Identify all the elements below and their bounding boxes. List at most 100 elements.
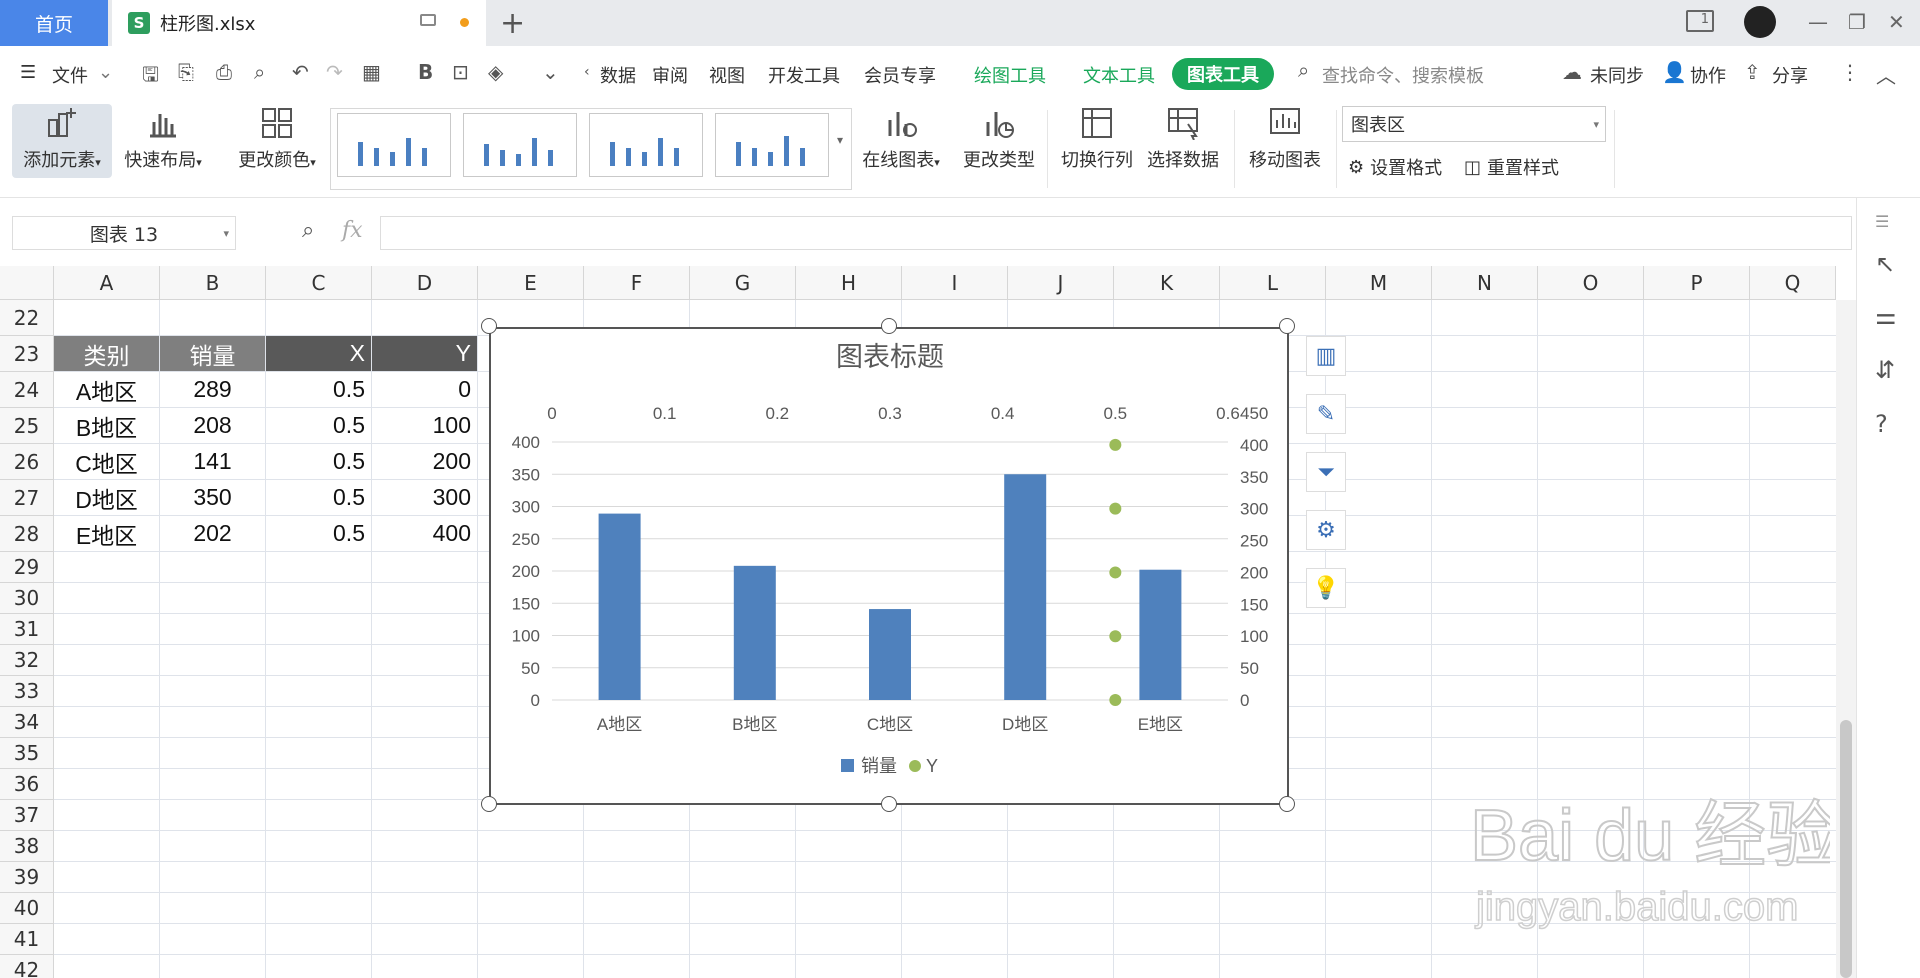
restore-icon[interactable]: ❐ xyxy=(1848,10,1866,34)
print-preview-icon[interactable]: ⌕ xyxy=(254,60,265,84)
chart-area[interactable]: 图表标题 0 50 100 150 200 250 300 350 400 0 50 100 150 200… xyxy=(489,327,1289,805)
avatar[interactable] xyxy=(1744,6,1776,38)
vertical-scrollbar[interactable] xyxy=(1836,300,1856,978)
cell-C27[interactable]: 0.5 xyxy=(266,480,371,515)
menu-member[interactable]: 会员专享 xyxy=(864,62,936,88)
scatter-point[interactable] xyxy=(1109,502,1122,515)
chart-resize-handle[interactable] xyxy=(1279,796,1295,812)
cell-B27[interactable]: 350 xyxy=(160,480,265,515)
menu-view[interactable]: 视图 xyxy=(709,62,745,88)
tab-file[interactable]: S 柱形图.xlsx xyxy=(112,0,486,46)
chevron-down-icon[interactable]: ⌄ xyxy=(98,62,113,83)
add-element-button[interactable]: 添加元素▾ xyxy=(12,104,112,178)
column-header-N[interactable]: N xyxy=(1432,266,1538,300)
help-icon[interactable]: ? xyxy=(1875,410,1888,438)
chart-resize-handle[interactable] xyxy=(481,318,497,334)
column-header-D[interactable]: D xyxy=(372,266,478,300)
cell-C24[interactable]: 0.5 xyxy=(266,372,371,407)
row-header-26[interactable]: 26 xyxy=(0,444,54,480)
cell-D28[interactable]: 400 xyxy=(372,516,477,551)
border-icon[interactable]: ▦ xyxy=(362,60,381,84)
cell-B26[interactable]: 141 xyxy=(160,444,265,479)
row-header-23[interactable]: 23 xyxy=(0,336,54,372)
collapse-ribbon-icon[interactable]: ︿ xyxy=(1876,60,1896,89)
chart-style-1[interactable] xyxy=(337,113,451,177)
cell-C23[interactable]: X xyxy=(266,336,371,371)
format-painter-icon[interactable]: ⎘ xyxy=(178,60,194,84)
column-header-G[interactable]: G xyxy=(690,266,796,300)
bar-D地区[interactable] xyxy=(1004,474,1047,700)
row-header-28[interactable]: 28 xyxy=(0,516,54,552)
monitor-icon[interactable] xyxy=(420,14,436,26)
menu-review[interactable]: 审阅 xyxy=(652,62,688,88)
undo-icon[interactable]: ↶ xyxy=(292,60,309,84)
data-icon[interactable]: ⇵ xyxy=(1875,356,1895,384)
cell-C26[interactable]: 0.5 xyxy=(266,444,371,479)
chart-resize-handle[interactable] xyxy=(881,796,897,812)
column-header-P[interactable]: P xyxy=(1644,266,1750,300)
column-header-A[interactable]: A xyxy=(54,266,160,300)
cell-C28[interactable]: 0.5 xyxy=(266,516,371,551)
select-data-button[interactable]: 选择数据 xyxy=(1138,104,1228,178)
row-header-33[interactable]: 33 xyxy=(0,676,54,707)
fill-color-icon[interactable]: ◈ xyxy=(488,60,503,84)
legend-swatch-sales[interactable] xyxy=(841,759,854,772)
property-sliders-icon[interactable]: ⚌ xyxy=(1875,302,1897,330)
tab-chart-tools[interactable]: 图表工具 xyxy=(1172,58,1274,90)
chart-settings-gear-icon[interactable]: ⚙ xyxy=(1306,510,1346,550)
change-color-button[interactable]: 更改颜色▾ xyxy=(232,104,322,178)
chart-resize-handle[interactable] xyxy=(1279,318,1295,334)
cell-D23[interactable]: Y xyxy=(372,336,477,371)
cell-D25[interactable]: 100 xyxy=(372,408,477,443)
chart-filter-icon[interactable]: ⏷ xyxy=(1306,452,1346,492)
row-header-36[interactable]: 36 xyxy=(0,769,54,800)
zoom-search-icon[interactable]: ⌕ xyxy=(302,218,314,243)
column-header-J[interactable]: J xyxy=(1008,266,1114,300)
column-header-I[interactable]: I xyxy=(902,266,1008,300)
row-header-30[interactable]: 30 xyxy=(0,583,54,614)
row-header-40[interactable]: 40 xyxy=(0,893,54,924)
chart-resize-handle[interactable] xyxy=(481,796,497,812)
menu-data[interactable]: 数据 xyxy=(600,62,636,88)
menu-lines-icon[interactable]: ☰ xyxy=(1875,212,1889,231)
cell-C25[interactable]: 0.5 xyxy=(266,408,371,443)
chart-style-2[interactable] xyxy=(463,113,577,177)
move-chart-button[interactable]: 移动图表 xyxy=(1240,104,1330,178)
cell-A28[interactable]: E地区 xyxy=(54,516,159,551)
bar-A地区[interactable] xyxy=(598,513,641,700)
minimize-icon[interactable]: — xyxy=(1808,10,1828,34)
column-header-M[interactable]: M xyxy=(1326,266,1432,300)
row-header-24[interactable]: 24 xyxy=(0,372,54,408)
scrollbar-thumb[interactable] xyxy=(1840,720,1852,978)
cell-D26[interactable]: 200 xyxy=(372,444,477,479)
bar-B地区[interactable] xyxy=(733,565,776,700)
cell-A24[interactable]: A地区 xyxy=(54,372,159,407)
share-button[interactable]: 分享 xyxy=(1772,62,1808,88)
row-header-35[interactable]: 35 xyxy=(0,738,54,769)
menu-file[interactable]: 文件 xyxy=(52,62,88,88)
menu-developer[interactable]: 开发工具 xyxy=(768,62,840,88)
row-header-41[interactable]: 41 xyxy=(0,924,54,955)
merge-icon[interactable]: ⊡ xyxy=(452,60,469,84)
row-header-37[interactable]: 37 xyxy=(0,800,54,831)
cell-B23[interactable]: 销量 xyxy=(160,336,265,371)
cell-B25[interactable]: 208 xyxy=(160,408,265,443)
column-header-F[interactable]: F xyxy=(584,266,690,300)
row-header-39[interactable]: 39 xyxy=(0,862,54,893)
cell-A26[interactable]: C地区 xyxy=(54,444,159,479)
cell-D27[interactable]: 300 xyxy=(372,480,477,515)
more-vertical-icon[interactable]: ⋮ xyxy=(1840,60,1860,84)
redo-icon[interactable]: ↷ xyxy=(326,60,343,84)
collaborate-button[interactable]: 协作 xyxy=(1690,62,1726,88)
cell-B28[interactable]: 202 xyxy=(160,516,265,551)
sync-status[interactable]: 未同步 xyxy=(1590,62,1644,88)
bar-E地区[interactable] xyxy=(1139,569,1182,700)
row-header-22[interactable]: 22 xyxy=(0,300,54,336)
scatter-point[interactable] xyxy=(1109,630,1122,643)
cell-D24[interactable]: 0 xyxy=(372,372,477,407)
chart-style-brush-icon[interactable]: ✎ xyxy=(1306,394,1346,434)
legend-swatch-y[interactable] xyxy=(909,760,921,772)
chart-ideas-bulb-icon[interactable]: 💡 xyxy=(1306,568,1346,608)
quick-layout-button[interactable]: 快速布局▾ xyxy=(118,104,208,178)
save-icon[interactable]: 🖫 xyxy=(142,60,159,94)
